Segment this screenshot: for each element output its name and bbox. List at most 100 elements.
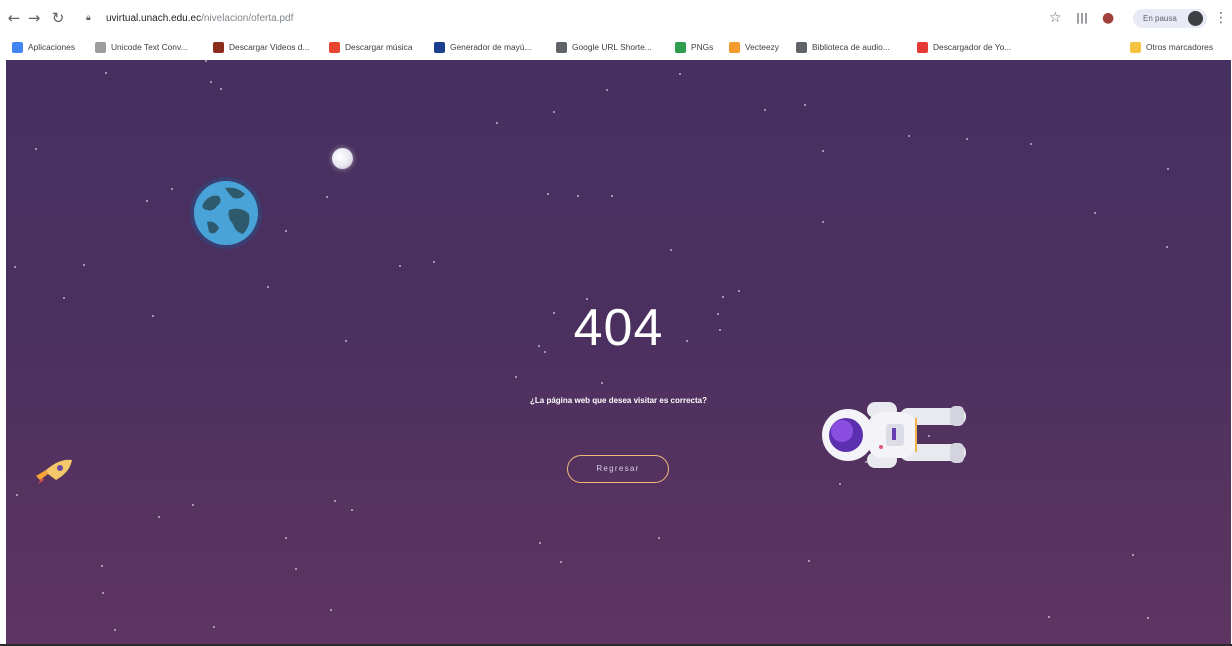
star-dot xyxy=(553,111,555,113)
bookmark-favicon-icon xyxy=(213,41,224,53)
star-dot xyxy=(515,376,517,378)
star-dot xyxy=(1167,168,1169,170)
bookmark-favicon-icon xyxy=(329,41,340,53)
star-dot xyxy=(326,196,328,198)
bookmark-item[interactable]: Biblioteca de audio... xyxy=(796,40,890,54)
star-dot xyxy=(83,264,85,266)
bookmark-label: PNGs xyxy=(691,42,714,52)
other-bookmarks[interactable]: Otros marcadores xyxy=(1130,40,1213,54)
star-dot xyxy=(738,290,740,292)
star-dot xyxy=(285,537,287,539)
bookmark-star-icon[interactable]: ☆ xyxy=(1049,8,1062,28)
star-dot xyxy=(14,266,16,268)
bookmark-item[interactable]: PNGs xyxy=(675,40,713,54)
star-dot xyxy=(539,542,541,544)
bookmark-item[interactable]: Google URL Shorte... xyxy=(556,40,652,54)
star-dot xyxy=(102,592,104,594)
bookmark-item[interactable]: Unicode Text Conv... xyxy=(95,40,188,54)
bookmark-label: Descargador de Yo... xyxy=(933,42,1012,52)
other-bookmarks-label: Otros marcadores xyxy=(1146,42,1214,52)
moon-icon xyxy=(332,148,353,169)
star-dot xyxy=(822,221,824,223)
star-dot xyxy=(1147,617,1149,619)
rocket-icon xyxy=(36,459,72,484)
bookmark-item[interactable]: Aplicaciones xyxy=(12,40,75,54)
error-message: ¿La página web que desea visitar es corr… xyxy=(530,396,707,405)
star-dot xyxy=(114,629,116,631)
star-dot xyxy=(496,122,498,124)
bookmark-favicon-icon xyxy=(12,41,23,53)
bookmark-label: Descargar Videos d... xyxy=(229,42,310,52)
star-dot xyxy=(399,265,401,267)
bookmark-favicon-icon xyxy=(729,41,740,53)
bookmark-item[interactable]: Vecteezy xyxy=(729,40,779,54)
folder-icon xyxy=(1130,41,1141,53)
star-dot xyxy=(679,73,681,75)
star-dot xyxy=(822,150,824,152)
star-dot xyxy=(764,109,766,111)
star-dot xyxy=(334,500,336,502)
star-dot xyxy=(105,72,107,74)
star-dot xyxy=(35,148,37,150)
bookmark-item[interactable]: Descargador de Yo... xyxy=(917,40,1011,54)
bookmark-label: Google URL Shorte... xyxy=(572,42,652,52)
bookmark-favicon-icon xyxy=(95,41,106,53)
star-dot xyxy=(220,88,222,90)
equalizer-extension-icon[interactable]: ||| xyxy=(1076,8,1088,28)
star-dot xyxy=(1166,246,1168,248)
star-dot xyxy=(213,626,215,628)
star-dot xyxy=(205,60,207,62)
bookmark-favicon-icon xyxy=(796,41,807,53)
star-dot xyxy=(351,509,353,511)
reload-icon[interactable]: ↻ xyxy=(48,8,68,28)
bookmark-favicon-icon xyxy=(556,41,567,53)
star-dot xyxy=(606,89,608,91)
bookmark-item[interactable]: Generador de mayú... xyxy=(434,40,531,54)
bookmark-favicon-icon xyxy=(917,41,928,53)
back-button[interactable]: Regresar xyxy=(567,455,669,483)
star-dot xyxy=(192,504,194,506)
star-dot xyxy=(1030,143,1032,145)
star-dot xyxy=(330,609,332,611)
bookmark-label: Unicode Text Conv... xyxy=(111,42,188,52)
star-dot xyxy=(171,188,173,190)
star-dot xyxy=(577,195,579,197)
star-dot xyxy=(267,286,269,288)
star-dot xyxy=(839,483,841,485)
bookmark-item[interactable]: Descargar Videos d... xyxy=(213,40,309,54)
extension-icon[interactable]: ● xyxy=(1102,8,1114,28)
menu-kebab-icon[interactable]: ⋮ xyxy=(1214,8,1228,28)
star-dot xyxy=(1048,616,1050,618)
bookmark-item[interactable]: Descargar música xyxy=(329,40,413,54)
bookmark-label: Generador de mayú... xyxy=(450,42,532,52)
star-dot xyxy=(908,135,910,137)
star-dot xyxy=(1094,212,1096,214)
star-dot xyxy=(1132,554,1134,556)
url-host: uvirtual.unach.edu.ec xyxy=(106,12,202,24)
profile-chip[interactable]: En pausa xyxy=(1133,9,1207,28)
browser-toolbar: ← → ↻ 🔒︎ uvirtual.unach.edu.ec/nivelacio… xyxy=(0,0,1232,36)
bookmark-label: Descargar música xyxy=(345,42,413,52)
star-dot xyxy=(560,561,562,563)
url-path: /nivelacion/oferta.pdf xyxy=(201,12,294,24)
star-dot xyxy=(146,200,148,202)
bookmark-favicon-icon xyxy=(434,41,445,53)
star-dot xyxy=(210,81,212,83)
star-dot xyxy=(966,138,968,140)
star-dot xyxy=(285,230,287,232)
star-dot xyxy=(158,516,160,518)
forward-arrow-icon[interactable]: → xyxy=(24,8,44,28)
star-dot xyxy=(658,537,660,539)
address-bar[interactable]: 🔒︎ uvirtual.unach.edu.ec/nivelacion/ofer… xyxy=(86,8,1036,28)
star-dot xyxy=(804,104,806,106)
avatar xyxy=(1188,11,1203,26)
back-arrow-icon[interactable]: ← xyxy=(4,8,24,28)
profile-label: En pausa xyxy=(1143,14,1177,23)
star-dot xyxy=(611,195,613,197)
bookmark-label: Vecteezy xyxy=(745,42,779,52)
bookmark-label: Biblioteca de audio... xyxy=(812,42,890,52)
star-dot xyxy=(101,565,103,567)
star-dot xyxy=(670,249,672,251)
star-dot xyxy=(808,560,810,562)
star-dot xyxy=(433,261,435,263)
